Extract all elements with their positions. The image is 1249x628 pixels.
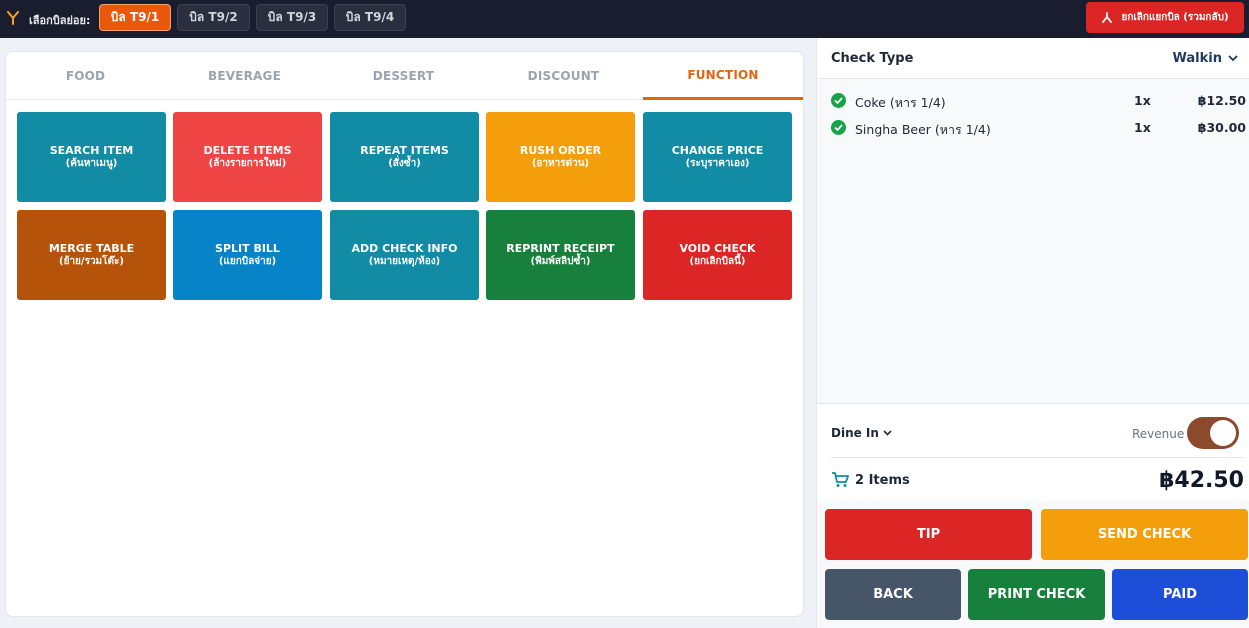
sub-bill-tab-1[interactable]: บิล T9/1 — [99, 4, 171, 31]
split-bill-button[interactable]: SPLIT BILL (แยกบิลจ่าย) — [173, 210, 322, 300]
sub-bill-label: เลือกบิลย่อย: — [29, 14, 91, 27]
merge-table-button[interactable]: MERGE TABLE (ย้าย/รวมโต๊ะ) — [17, 210, 166, 300]
rush-order-button[interactable]: RUSH ORDER (อาหารด่วน) — [486, 112, 635, 202]
chevron-down-icon — [883, 430, 892, 436]
check-circle-icon — [831, 120, 846, 135]
function-label-en: VOID CHECK — [679, 242, 756, 255]
revenue-label: Revenue — [1132, 427, 1185, 441]
sub-bill-tab-2[interactable]: บิล T9/2 — [177, 4, 250, 31]
check-summary: Dine In Revenue 2 Items ฿42.50 — [817, 403, 1249, 501]
function-label-en: MERGE TABLE — [48, 242, 135, 255]
add-check-info-button[interactable]: ADD CHECK INFO (หมายเหตุ/ห้อง) — [330, 210, 479, 300]
item-qty: 1x — [1134, 120, 1151, 135]
cancel-split-label: ยกเลิกแยกบิล (รวมกลับ) — [1121, 12, 1229, 23]
function-label-en: DELETE ITEMS — [203, 144, 292, 157]
item-name: Coke (หาร 1/4) — [855, 95, 946, 110]
print-check-button[interactable]: PRINT CHECK — [968, 569, 1105, 620]
order-item-row[interactable]: Coke (หาร 1/4) 1x ฿12.50 — [831, 91, 1246, 111]
items-count: 2 Items — [855, 473, 910, 488]
check-type-dropdown[interactable]: Walkin — [1173, 51, 1238, 66]
send-check-button[interactable]: SEND CHECK — [1041, 509, 1248, 560]
item-name: Singha Beer (หาร 1/4) — [855, 122, 991, 137]
function-label-en: ADD CHECK INFO — [351, 242, 458, 255]
function-label-th: (ล้างรายการใหม่) — [208, 158, 287, 169]
category-tabs: FOOD BEVERAGE DESSERT DISCOUNT FUNCTION — [6, 52, 803, 100]
function-label-en: CHANGE PRICE — [671, 144, 764, 157]
reprint-receipt-button[interactable]: REPRINT RECEIPT (พิมพ์สลิปซ้ำ) — [486, 210, 635, 300]
dine-mode-value: Dine In — [831, 426, 879, 440]
function-label-th: (สั่งซ้ำ) — [388, 158, 421, 169]
function-label-th: (พิมพ์สลิปซ้ำ) — [530, 256, 591, 267]
divider — [831, 457, 1244, 458]
paid-button[interactable]: PAID — [1112, 569, 1248, 620]
tip-button[interactable]: TIP — [825, 509, 1032, 560]
cancel-split-button[interactable]: ยกเลิกแยกบิล (รวมกลับ) — [1086, 2, 1244, 33]
void-check-button[interactable]: VOID CHECK (ยกเลิกบิลนี้) — [643, 210, 792, 300]
function-label-th: (ยกเลิกบิลนี้) — [689, 256, 746, 267]
check-circle-icon — [831, 93, 846, 108]
check-panel: Check Type Walkin Coke (หาร 1/4) 1x ฿12.… — [816, 38, 1249, 628]
merge-icon — [1102, 11, 1113, 23]
function-label-en: SPLIT BILL — [215, 242, 280, 255]
function-label-th: (แยกบิลจ่าย) — [218, 256, 277, 267]
dine-mode-dropdown[interactable]: Dine In — [831, 426, 892, 440]
check-type-label: Check Type — [831, 51, 914, 66]
top-bar: เลือกบิลย่อย: บิล T9/1 บิล T9/2 บิล T9/3… — [0, 0, 1249, 38]
check-type-value: Walkin — [1172, 51, 1222, 66]
function-label-en: RUSH ORDER — [519, 144, 602, 157]
menu-panel: FOOD BEVERAGE DESSERT DISCOUNT FUNCTION … — [5, 51, 804, 617]
order-item-row[interactable]: Singha Beer (หาร 1/4) 1x ฿30.00 — [831, 118, 1246, 138]
item-qty: 1x — [1134, 93, 1151, 108]
check-total: ฿42.50 — [1159, 468, 1244, 493]
function-label-th: (อาหารด่วน) — [531, 158, 590, 169]
tab-discount[interactable]: DISCOUNT — [484, 52, 643, 100]
function-label-th: (ย้าย/รวมโต๊ะ) — [59, 256, 124, 267]
search-item-button[interactable]: SEARCH ITEM (ค้นหาเมนู) — [17, 112, 166, 202]
check-type-header: Check Type Walkin — [817, 38, 1249, 79]
revenue-toggle[interactable] — [1187, 417, 1239, 449]
function-label-th: (หมายเหตุ/ห้อง) — [368, 256, 441, 267]
item-price: ฿12.50 — [1197, 93, 1246, 108]
toggle-knob — [1210, 420, 1236, 446]
back-button[interactable]: BACK — [825, 569, 961, 620]
function-label-en: REPEAT ITEMS — [360, 144, 449, 157]
change-price-button[interactable]: CHANGE PRICE (ระบุราคาเอง) — [643, 112, 792, 202]
cart-icon — [832, 472, 849, 487]
repeat-items-button[interactable]: REPEAT ITEMS (สั่งซ้ำ) — [330, 112, 479, 202]
function-label-th: (ค้นหาเมนู) — [65, 158, 118, 169]
function-label-th: (ระบุราคาเอง) — [685, 158, 750, 169]
tab-function[interactable]: FUNCTION — [643, 52, 803, 100]
sub-bill-tab-4[interactable]: บิล T9/4 — [334, 4, 406, 31]
function-label-en: SEARCH ITEM — [49, 144, 134, 157]
chevron-down-icon — [1228, 55, 1238, 62]
tab-dessert[interactable]: DESSERT — [324, 52, 483, 100]
function-label-en: REPRINT RECEIPT — [506, 242, 615, 255]
tab-food[interactable]: FOOD — [6, 52, 165, 100]
tab-beverage[interactable]: BEVERAGE — [165, 52, 324, 100]
sub-bill-tab-3[interactable]: บิล T9/3 — [256, 4, 328, 31]
item-price: ฿30.00 — [1197, 120, 1246, 135]
delete-items-button[interactable]: DELETE ITEMS (ล้างรายการใหม่) — [173, 112, 322, 202]
split-icon — [7, 11, 19, 25]
